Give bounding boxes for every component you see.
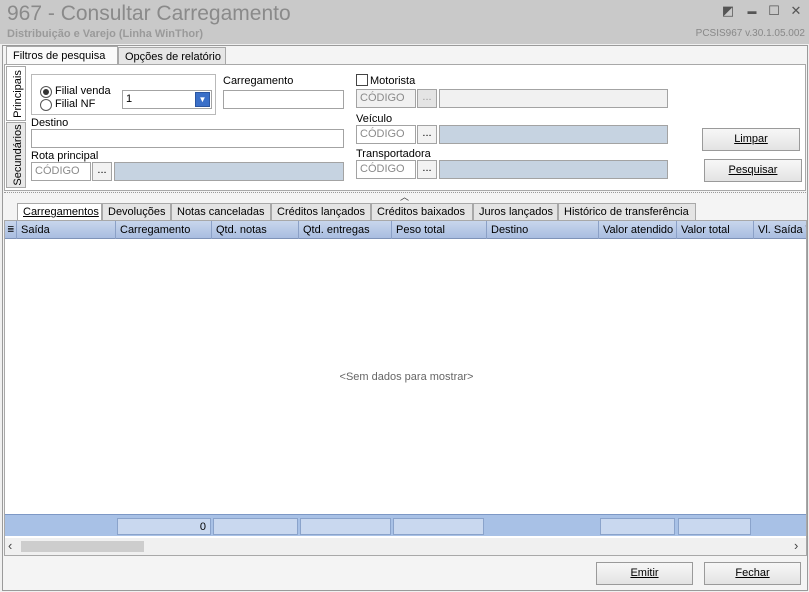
column-chooser-icon[interactable]: ≣ — [5, 221, 17, 239]
horizontal-scrollbar[interactable]: ‹ › — [5, 538, 806, 555]
veiculo-label: Veículo — [356, 113, 393, 125]
tab-label: Notas canceladas — [177, 206, 265, 218]
motorista-code-input[interactable]: CÓDIGO — [356, 89, 416, 108]
tab-creditos-lancados[interactable]: Créditos lançados — [271, 203, 371, 220]
tab-label: Filtros de pesquisa — [13, 50, 106, 62]
transportadora-name-field — [439, 160, 668, 179]
pesquisar-label: Pesquisar — [728, 164, 778, 176]
veiculo-code-input[interactable]: CÓDIGO — [356, 125, 416, 144]
tab-label: Juros lançados — [479, 206, 553, 218]
tab-label: Créditos baixados — [377, 206, 466, 218]
rota-name-field — [114, 162, 344, 181]
filial-venda-radio[interactable] — [40, 86, 52, 98]
tab-devolucoes[interactable]: Devoluções — [102, 203, 171, 220]
collapse-up-icon[interactable]: ︿ — [400, 190, 409, 203]
column-header-destino[interactable]: Destino — [487, 221, 599, 239]
summary-qtd-notas — [213, 518, 298, 535]
emitir-button[interactable]: Emitir — [596, 562, 693, 585]
limpar-label: Limpar — [734, 133, 768, 145]
side-tab-label: Secundários — [12, 124, 24, 186]
transportadora-browse-button[interactable]: ... — [417, 160, 437, 179]
grid-header: ≣ Saída Carregamento Qtd. notas Qtd. ent… — [5, 221, 806, 239]
summary-carregamento: 0 — [117, 518, 211, 535]
emitir-label: Emitir — [630, 567, 659, 579]
tab-label: Créditos lançados — [277, 206, 366, 218]
tab-carregamentos[interactable]: Carregamentos — [17, 203, 102, 221]
filial-venda-label: Filial venda — [55, 85, 111, 97]
column-header-carregamento[interactable]: Carregamento — [116, 221, 212, 239]
scroll-thumb[interactable] — [21, 541, 144, 552]
filial-nf-radio[interactable] — [40, 99, 52, 111]
limpar-button[interactable]: Limpar — [702, 128, 800, 151]
summary-valor-atendido — [600, 518, 675, 535]
filial-nf-label: Filial NF — [55, 98, 96, 110]
summary-peso-total — [393, 518, 484, 535]
empty-grid-message: <Sem dados para mostrar> — [339, 371, 474, 383]
rota-browse-button[interactable]: ... — [92, 162, 112, 181]
minimize-icon[interactable]: ▬ — [742, 2, 762, 20]
window-title: 967 - Consultar Carregamento — [7, 2, 291, 25]
column-header-saida[interactable]: Saída — [17, 221, 116, 239]
side-tab-secundarios[interactable]: Secundários — [6, 122, 26, 188]
grid-summary-row: 0 — [5, 514, 806, 536]
tab-juros-lancados[interactable]: Juros lançados — [473, 203, 558, 220]
tab-creditos-baixados[interactable]: Créditos baixados — [371, 203, 473, 220]
summary-qtd-entregas — [300, 518, 391, 535]
filial-value: 1 — [126, 93, 133, 105]
restore-icon[interactable]: ◩ — [718, 2, 738, 20]
transportadora-code-placeholder: CÓDIGO — [360, 163, 405, 175]
tab-notas-canceladas[interactable]: Notas canceladas — [171, 203, 271, 220]
rota-code-input[interactable]: CÓDIGO — [31, 162, 91, 181]
destino-label: Destino — [31, 117, 69, 129]
tab-label: Histórico de transferência — [564, 206, 689, 218]
motorista-browse-button[interactable]: ... — [417, 89, 437, 108]
summary-valor-total — [678, 518, 751, 535]
motorista-checkbox[interactable] — [356, 74, 368, 86]
column-header-valor-atendido[interactable]: Valor atendido — [599, 221, 677, 239]
version-label: PCSIS967 v.30.1.05.002 — [695, 28, 805, 39]
scroll-left-icon[interactable]: ‹ — [8, 538, 12, 554]
tab-label: Devoluções — [108, 206, 166, 218]
tab-label: Opções de relatório — [125, 51, 221, 63]
scroll-right-icon[interactable]: › — [794, 538, 798, 554]
column-header-qtd-notas[interactable]: Qtd. notas — [212, 221, 299, 239]
motorista-label: Motorista — [370, 75, 416, 87]
destino-input[interactable] — [31, 129, 344, 148]
veiculo-code-placeholder: CÓDIGO — [360, 128, 405, 140]
veiculo-browse-button[interactable]: ... — [417, 125, 437, 144]
column-header-valor-total[interactable]: Valor total — [677, 221, 754, 239]
pesquisar-button[interactable]: Pesquisar — [704, 159, 802, 182]
tab-historico-transferencia[interactable]: Histórico de transferência — [558, 203, 696, 220]
tab-label: Carregamentos — [23, 206, 99, 218]
chevron-down-icon[interactable]: ▼ — [195, 92, 210, 107]
window-subtitle: Distribuição e Varejo (Linha WinThor) — [7, 28, 204, 40]
motorista-name-field — [439, 89, 668, 108]
side-tab-principais[interactable]: Principais — [6, 66, 26, 121]
column-header-peso-total[interactable]: Peso total — [392, 221, 487, 239]
close-icon[interactable]: ✕ — [786, 2, 806, 20]
column-header-qtd-entregas[interactable]: Qtd. entregas — [299, 221, 392, 239]
rota-principal-label: Rota principal — [31, 150, 99, 162]
results-grid: ≣ Saída Carregamento Qtd. notas Qtd. ent… — [4, 220, 807, 556]
maximize-icon[interactable]: ☐ — [764, 2, 784, 20]
transportadora-label: Transportadora — [356, 148, 431, 160]
carregamento-input[interactable] — [223, 90, 344, 109]
carregamento-label: Carregamento — [223, 75, 294, 87]
transportadora-code-input[interactable]: CÓDIGO — [356, 160, 416, 179]
fechar-label: Fechar — [735, 567, 770, 579]
column-header-vl-saida[interactable]: Vl. Saída Tr — [754, 221, 806, 239]
fechar-button[interactable]: Fechar — [704, 562, 801, 585]
motorista-code-placeholder: CÓDIGO — [360, 92, 405, 104]
veiculo-name-field — [439, 125, 668, 144]
rota-code-placeholder: CÓDIGO — [35, 165, 80, 177]
